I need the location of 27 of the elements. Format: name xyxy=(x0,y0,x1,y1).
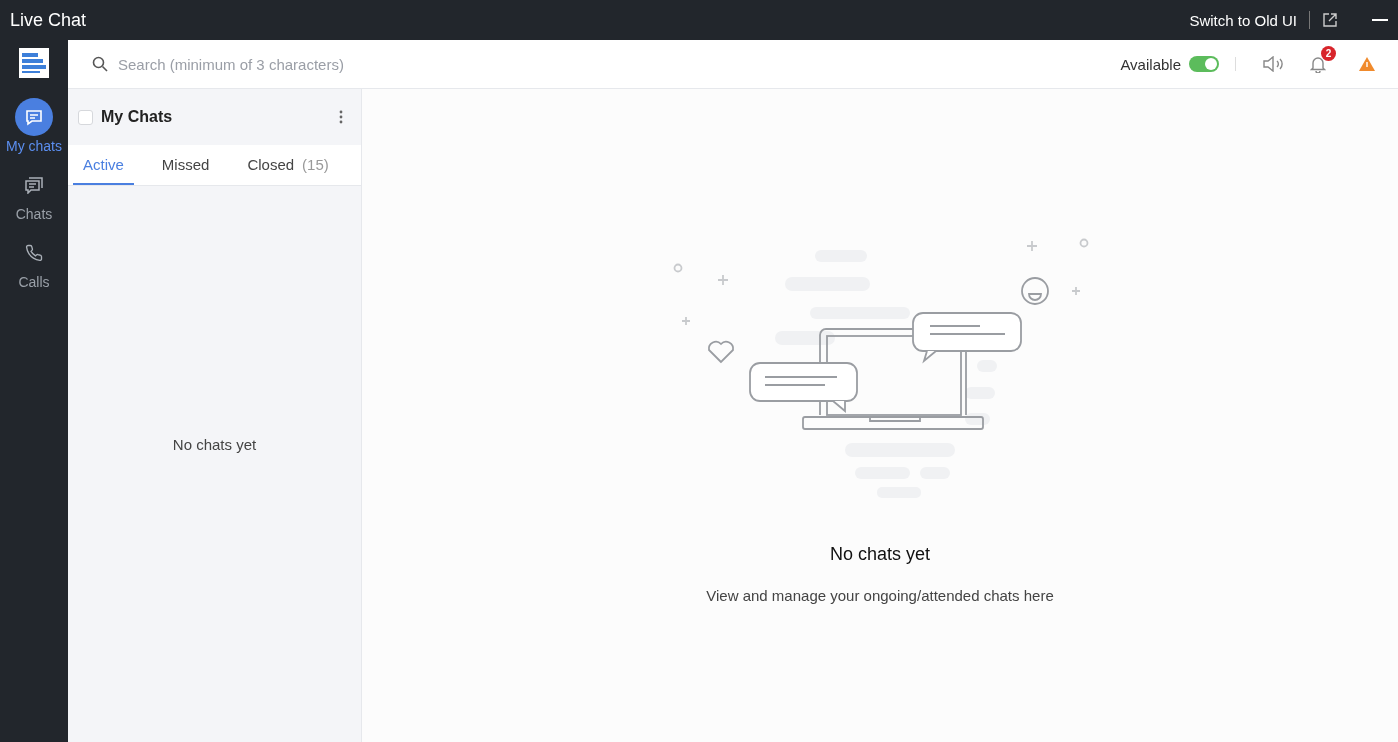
warning-icon[interactable] xyxy=(1358,56,1376,72)
availability-toggle[interactable] xyxy=(1189,56,1219,72)
empty-list-text: No chats yet xyxy=(172,435,257,453)
list-title: My Chats xyxy=(101,108,174,126)
nav-item[interactable]: Calls xyxy=(0,230,68,294)
window-title: Live Chat xyxy=(10,9,88,31)
speaker-icon[interactable] xyxy=(1262,56,1286,72)
nav-item[interactable]: Chats xyxy=(0,162,68,226)
tab-count: (15) xyxy=(302,155,329,173)
nav-item[interactable]: My chats xyxy=(0,94,68,158)
switch-ui-link[interactable]: Switch to Old UI xyxy=(1189,11,1297,29)
chat-tab[interactable]: Active xyxy=(73,145,134,185)
chat-bubbles-icon xyxy=(24,176,44,194)
external-link-icon[interactable] xyxy=(1322,12,1338,28)
app-logo-icon xyxy=(19,48,49,78)
chat-tab[interactable]: Closed (15) xyxy=(237,145,339,185)
notification-bell-icon[interactable] xyxy=(1310,55,1326,73)
chat-bubble-icon xyxy=(25,108,43,126)
empty-state-text: View and manage your ongoing/attended chats here xyxy=(706,587,1054,604)
search-icon xyxy=(92,56,108,72)
more-options-icon[interactable] xyxy=(339,110,343,124)
empty-state-title: No chats yet xyxy=(829,544,930,565)
select-all-checkbox[interactable] xyxy=(78,109,93,125)
phone-icon xyxy=(25,244,43,262)
status-label: Available xyxy=(1120,55,1181,73)
notification-count: 2 xyxy=(1321,46,1336,61)
chat-tab[interactable]: Missed xyxy=(151,145,220,185)
